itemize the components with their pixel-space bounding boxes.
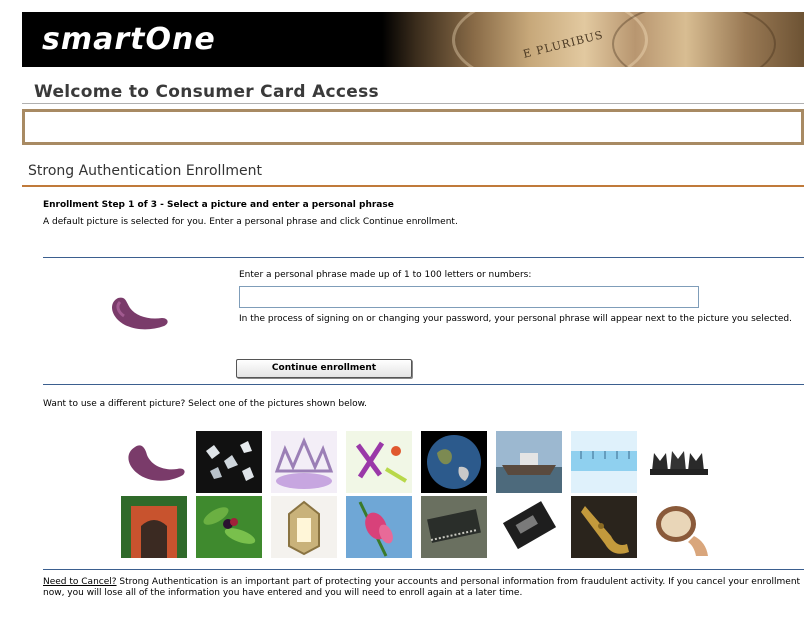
berries-icon: [196, 496, 262, 558]
drum-icon: [646, 496, 712, 558]
lantern-icon: [271, 496, 337, 558]
phrase-prompt: Enter a personal phrase made up of 1 to …: [239, 270, 532, 280]
picture-option-ship[interactable]: [496, 431, 562, 493]
picture-option-earth[interactable]: [421, 431, 487, 493]
divider: [43, 384, 804, 385]
picture-option-drum[interactable]: [646, 496, 712, 558]
ruler-icon: [571, 431, 637, 493]
continue-enrollment-button[interactable]: Continue enrollment: [236, 359, 412, 378]
coin-image: E PLURIBUS: [382, 12, 804, 67]
smartone-logo: smartOne: [42, 22, 216, 57]
message-box: [22, 109, 804, 145]
personal-phrase-input[interactable]: [239, 286, 699, 308]
pink-flower-icon: [346, 496, 412, 558]
picture-option-saxophone[interactable]: [571, 496, 637, 558]
picture-option-purple-bean-bag[interactable]: [121, 431, 187, 493]
cat-figurines-icon: [646, 431, 712, 493]
purple-bean-bag-icon: [121, 431, 187, 493]
footer-text: Strong Authentication is an important pa…: [43, 577, 801, 598]
picture-option-ruler[interactable]: [571, 431, 637, 493]
coin-ring-2: [612, 12, 776, 67]
page-title: Welcome to Consumer Card Access: [34, 82, 379, 102]
need-to-cancel-link[interactable]: Need to Cancel?: [43, 577, 117, 587]
red-gate-icon: [121, 496, 187, 558]
section-title: Strong Authentication Enrollment: [28, 163, 262, 179]
jacks-icon: [346, 431, 412, 493]
step-subtext: A default picture is selected for you. E…: [43, 217, 458, 227]
pictures-prompt: Want to use a different picture? Select …: [43, 399, 368, 409]
cassette-icon: [496, 496, 562, 558]
picture-option-jacks[interactable]: [346, 431, 412, 493]
section-divider: [22, 185, 804, 187]
ship-icon: [496, 431, 562, 493]
divider: [43, 257, 804, 258]
picture-option-pink-flower[interactable]: [346, 496, 412, 558]
circuit-chip-icon: [421, 496, 487, 558]
picture-option-cassette[interactable]: [496, 496, 562, 558]
step-heading: Enrollment Step 1 of 3 - Select a pictur…: [43, 200, 394, 210]
purple-bean-bag-icon: [112, 297, 168, 330]
divider: [22, 103, 804, 104]
picture-option-lantern[interactable]: [271, 496, 337, 558]
phrase-note: In the process of signing on or changing…: [239, 314, 792, 324]
selected-picture: [108, 290, 172, 334]
crystals-icon: [196, 431, 262, 493]
picture-option-tiara[interactable]: [271, 431, 337, 493]
earth-icon: [421, 431, 487, 493]
picture-option-circuit-chip[interactable]: [421, 496, 487, 558]
tiara-icon: [271, 431, 337, 493]
picture-option-berries[interactable]: [196, 496, 262, 558]
picture-option-cat-figurines[interactable]: [646, 431, 712, 493]
picture-option-crystals[interactable]: [196, 431, 262, 493]
saxophone-icon: [571, 496, 637, 558]
footer-notice: Need to Cancel? Strong Authentication is…: [43, 577, 803, 599]
header-banner: smartOne E PLURIBUS: [22, 12, 804, 67]
picture-option-red-gate[interactable]: [121, 496, 187, 558]
divider: [43, 569, 804, 570]
